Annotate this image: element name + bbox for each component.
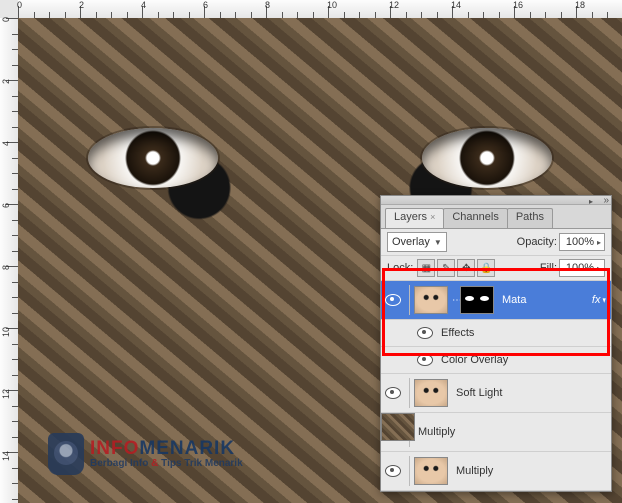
fx-badge[interactable]: fx [592, 294, 601, 306]
opacity-input[interactable]: 100%▸ [559, 233, 605, 251]
layers-list: ⋯ Mata fx ▾ Effects Color Overlay Soft L… [381, 281, 611, 491]
visibility-toggle[interactable] [385, 385, 401, 401]
layer-soft-light[interactable]: Soft Light [381, 374, 611, 413]
eye-right [422, 128, 552, 188]
watermark-badge-icon [48, 433, 84, 475]
ruler-vertical[interactable]: 02468101214 [0, 18, 19, 503]
mask-link-icon[interactable]: ⋯ [452, 295, 460, 306]
tab-paths[interactable]: Paths [507, 208, 553, 228]
panel-tabs: Layers × Channels Paths [381, 205, 611, 229]
layer-thumbnail[interactable] [414, 286, 448, 314]
layers-panel: ▸ » Layers × Channels Paths Overlay ▼ Op… [380, 195, 612, 492]
watermark-title-2: MENARIK [139, 438, 235, 459]
dropdown-arrow-icon: ▼ [434, 238, 442, 247]
eye-icon [385, 387, 401, 399]
lock-pixels-button[interactable]: ✎ [437, 259, 455, 277]
tab-close-icon[interactable]: × [430, 212, 435, 222]
eye-icon [385, 294, 401, 306]
watermark-sub-b: Tips Trik Menarik [158, 458, 242, 469]
lock-row: Lock: ▦ ✎ ✥ 🔒 Fill: 100%▸ [381, 256, 611, 281]
fx-expand-icon[interactable]: ▾ [603, 295, 606, 306]
fill-label: Fill: [540, 262, 557, 274]
lock-position-button[interactable]: ✥ [457, 259, 475, 277]
layer-name[interactable]: Multiply [456, 465, 607, 477]
layer-effects-header[interactable]: Effects [381, 320, 611, 347]
layer-thumbnail[interactable] [381, 413, 415, 441]
layer-thumbnail[interactable] [414, 457, 448, 485]
layer-mata[interactable]: ⋯ Mata fx ▾ [381, 281, 611, 320]
eye-icon [417, 354, 433, 366]
layer-effect-color-overlay[interactable]: Color Overlay [381, 347, 611, 374]
visibility-toggle[interactable] [385, 292, 401, 308]
lock-all-button[interactable]: 🔒 [477, 259, 495, 277]
opacity-label: Opacity: [517, 236, 557, 248]
visibility-toggle[interactable] [417, 352, 433, 368]
tab-layers[interactable]: Layers × [385, 208, 444, 228]
watermark: INFOMENARIK Berbagi Info & Tips Trik Men… [48, 433, 243, 475]
lock-label: Lock: [387, 262, 413, 274]
blend-mode-select[interactable]: Overlay ▼ [387, 232, 447, 252]
layer-multiply-1[interactable]: Multiply [381, 413, 611, 452]
panel-drag-bar[interactable]: ▸ » [381, 196, 611, 205]
layer-name[interactable]: Mata [502, 294, 592, 306]
opacity-arrow-icon: ▸ [597, 238, 601, 247]
visibility-toggle[interactable] [385, 463, 401, 479]
panel-menu-icon[interactable]: ▸ [589, 197, 593, 206]
effect-name[interactable]: Color Overlay [441, 354, 607, 366]
tab-channels[interactable]: Channels [443, 208, 507, 228]
watermark-sub-a: Berbagi Info [90, 458, 151, 469]
layer-mask-thumbnail[interactable] [460, 286, 494, 314]
fill-input[interactable]: 100%▸ [559, 259, 605, 277]
layer-multiply-2[interactable]: Multiply [381, 452, 611, 491]
blend-row: Overlay ▼ Opacity: 100%▸ [381, 229, 611, 256]
ruler-horizontal[interactable]: 024681012141618 [18, 0, 622, 19]
effects-label: Effects [441, 327, 607, 339]
visibility-toggle[interactable] [417, 325, 433, 341]
layer-name[interactable]: Multiply [418, 426, 607, 438]
fill-arrow-icon: ▸ [597, 264, 601, 273]
eye-icon [385, 465, 401, 477]
layer-thumbnail[interactable] [414, 379, 448, 407]
eye-left [88, 128, 218, 188]
eye-icon [417, 327, 433, 339]
panel-collapse-icon[interactable]: » [603, 195, 609, 206]
layer-name[interactable]: Soft Light [456, 387, 607, 399]
watermark-title-1: INFO [90, 438, 139, 459]
lock-transparency-button[interactable]: ▦ [417, 259, 435, 277]
